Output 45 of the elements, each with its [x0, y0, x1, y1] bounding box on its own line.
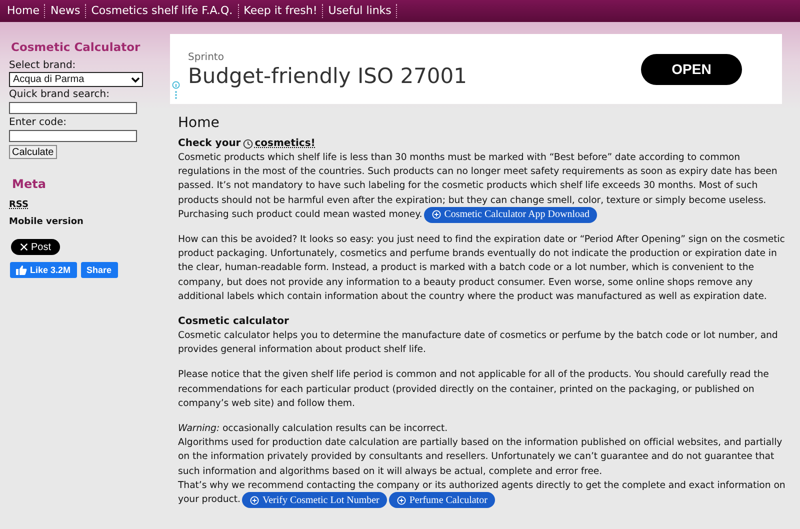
caret-icon — [131, 76, 140, 82]
open-button[interactable]: OPEN — [641, 54, 742, 84]
paragraph: your product. — [178, 493, 240, 508]
nav-link[interactable]: Useful links — [323, 4, 398, 18]
paragraph: Cosmetic products which shelf life is less than 30 months must be marked with “Best before” date according to common regulations in the most of the countries. Such products can no longer meet safety requirements as soon as expiry date has been passed. It’s not mandatory to have such labeling for the cosmetic products which shelf life exceeds 30 months. Most of such products should not be harmful even after the expiration; but they can change smell, color, texture or simply become useless. — [178, 151, 778, 208]
plus-circle-icon — [432, 210, 442, 220]
share-button[interactable]: Share — [80, 262, 118, 278]
nav-link[interactable]: News — [45, 4, 86, 18]
code-field[interactable] — [9, 130, 137, 142]
field-label: Enter code: — [9, 116, 67, 129]
cosmetics-link[interactable]: cosmetics! — [254, 137, 316, 151]
paragraph: Purchasing such product could mean wasted money. — [178, 208, 422, 222]
link-button[interactable]: Verify Cosmetic Lot Number — [242, 492, 388, 508]
meta-link[interactable]: RSS — [9, 197, 28, 214]
paragraph: Algorithms used for production date calculation are partially based on the information published on official websites, and partially on the information privately provided by consultants and resellers. Unfortunately we can’t guarantee and do not guarantee that such information and algorithms based on it will always be actual, complete and error free. — [178, 436, 784, 479]
paragraph: Please notice that the given shelf life period is common and not applicable for all of the products. You should carefully read the recommendations for each particular product (provided directly on the container, printed on the packaging, or published on company’s web site) and follow them. — [178, 368, 770, 411]
post-button[interactable]: Post — [11, 239, 60, 255]
like-button[interactable]: Like 3.2M — [10, 262, 77, 278]
plus-circle-icon — [250, 496, 260, 505]
paragraph: Warning: occasionally calculation results can be incorrect. — [178, 422, 449, 436]
thumb-up-icon — [16, 265, 27, 275]
paragraph: Cosmetic calculator helps you to determine the manufacture date of cosmetics or perfume by the batch code or lot number, and provides general information about product shelf life. — [178, 329, 779, 358]
brand-select[interactable]: Acqua di Parma — [9, 72, 143, 87]
page-title: Home — [178, 115, 220, 131]
field-label: Select brand: — [9, 59, 76, 72]
section-heading: Cosmetic calculator — [178, 315, 290, 330]
nav-link[interactable]: Cosmetics shelf life F.A.Q. — [86, 4, 239, 18]
meta-link[interactable]: Mobile version — [9, 214, 84, 231]
nav-link[interactable]: Home — [2, 4, 46, 18]
ad-brand: Sprinto — [188, 52, 225, 63]
calculate-button[interactable]: Calculate — [9, 145, 57, 159]
nav-link[interactable]: Keep it fresh! — [238, 4, 324, 18]
section-heading: Check your — [178, 137, 241, 151]
x-icon — [20, 243, 28, 251]
sidebar-title: Cosmetic Calculator — [11, 40, 140, 54]
plus-circle-icon — [397, 496, 406, 505]
search-field[interactable] — [9, 102, 137, 114]
paragraph: How can this be avoided? It looks so easy: you just need to find the expiration date or “Period After Opening” sign on the cosmetic product packaging. Unfortunately, cosmetics and perfume brands eventually do not indicate the production or expiration date in the clear, human-readable form. Instead, a product is marked with a batch code or a lot number, which is convenient to the company, but does not provide any information to a beauty product consumer. Even worse, some online shops remove any additional labels which contain information about the country where the product was manufactured as well as expiration date. — [178, 233, 786, 304]
link-button[interactable]: Perfume Calculator — [389, 492, 496, 508]
sidebar-title: Meta — [12, 177, 46, 191]
paragraph: That’s why we recommend contacting the company or its authorized agents directly to get the complete and exact information on — [178, 478, 786, 493]
ad-headline: Budget-friendly ISO 27001 — [188, 64, 468, 88]
clock-icon — [242, 139, 253, 149]
link-button[interactable]: Cosmetic Calculator App Download — [424, 206, 598, 223]
field-label: Quick brand search: — [9, 88, 110, 101]
